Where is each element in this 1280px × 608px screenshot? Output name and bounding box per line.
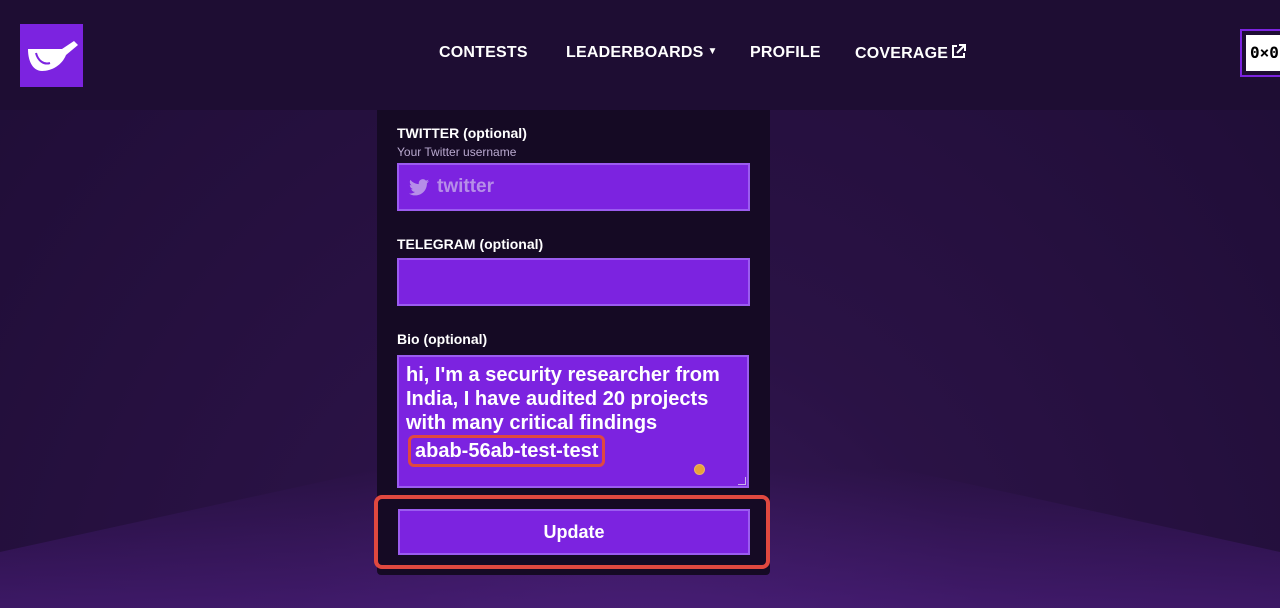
- caret-down-icon: ▼: [707, 46, 718, 57]
- update-button-annotation: [374, 495, 770, 569]
- wallet-address: 0×0: [1246, 35, 1280, 71]
- nav-leaderboards[interactable]: LEADERBOARDS ▼: [566, 44, 718, 62]
- wallet-button[interactable]: 0×0: [1240, 29, 1280, 77]
- twitter-label: TWITTER (optional): [397, 125, 527, 141]
- telegram-label: TELEGRAM (optional): [397, 236, 544, 252]
- twitter-placeholder: twitter: [437, 176, 494, 197]
- main-nav: CONTESTS LEADERBOARDS ▼ PROFILE COVERAGE: [0, 44, 1280, 66]
- telegram-input[interactable]: [397, 258, 750, 306]
- resize-handle[interactable]: [738, 477, 746, 485]
- cursor-dot: [694, 464, 705, 475]
- nav-coverage[interactable]: COVERAGE: [855, 44, 967, 63]
- twitter-hint: Your Twitter username: [397, 145, 517, 159]
- nav-contests[interactable]: CONTESTS: [439, 44, 528, 62]
- bio-label: Bio (optional): [397, 331, 488, 347]
- twitter-icon: [409, 178, 429, 195]
- nav-leaderboards-label: LEADERBOARDS: [566, 44, 704, 61]
- external-link-icon: [952, 44, 967, 58]
- twitter-input[interactable]: twitter: [397, 163, 750, 211]
- bio-textarea[interactable]: hi, I'm a security researcher from India…: [397, 355, 749, 488]
- nav-profile[interactable]: PROFILE: [750, 44, 821, 62]
- bio-highlighted-text: abab-56ab-test-test: [408, 435, 606, 467]
- top-navbar: CONTESTS LEADERBOARDS ▼ PROFILE COVERAGE …: [0, 0, 1280, 110]
- nav-coverage-label: COVERAGE: [855, 45, 949, 62]
- bio-text: hi, I'm a security researcher from India…: [406, 364, 720, 434]
